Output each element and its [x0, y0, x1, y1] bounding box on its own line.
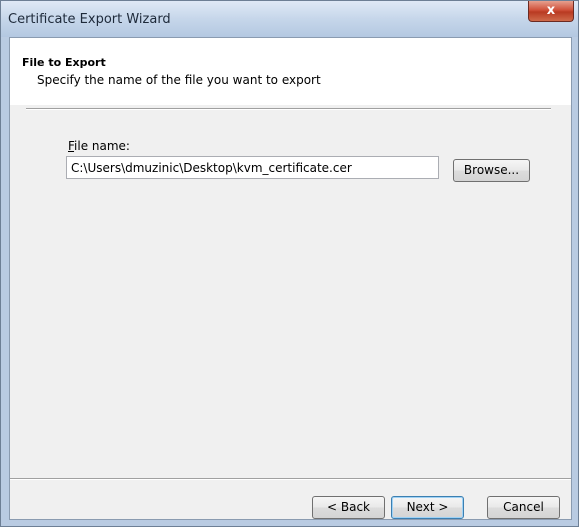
back-button[interactable]: < Back: [312, 496, 385, 519]
wizard-header: File to Export Specify the name of the f…: [10, 38, 571, 105]
browse-button[interactable]: Browse...: [453, 159, 530, 182]
footer-divider: [10, 478, 571, 480]
title-bar[interactable]: Certificate Export Wizard x: [1, 1, 578, 37]
header-divider: [26, 108, 551, 110]
file-name-input[interactable]: [66, 156, 439, 179]
wizard-window: Certificate Export Wizard x File to Expo…: [0, 0, 579, 527]
next-button[interactable]: Next >: [391, 496, 464, 519]
cancel-button[interactable]: Cancel: [487, 496, 560, 519]
file-name-label-text: ile name:: [74, 139, 130, 153]
page-subtitle: Specify the name of the file you want to…: [37, 73, 321, 87]
window-title: Certificate Export Wizard: [8, 12, 171, 27]
file-name-label: File name:: [68, 139, 130, 153]
page-title: File to Export: [22, 56, 106, 69]
dialog-client-area: File to Export Specify the name of the f…: [9, 37, 572, 520]
close-icon: x: [546, 3, 556, 18]
close-button[interactable]: x: [528, 1, 574, 22]
